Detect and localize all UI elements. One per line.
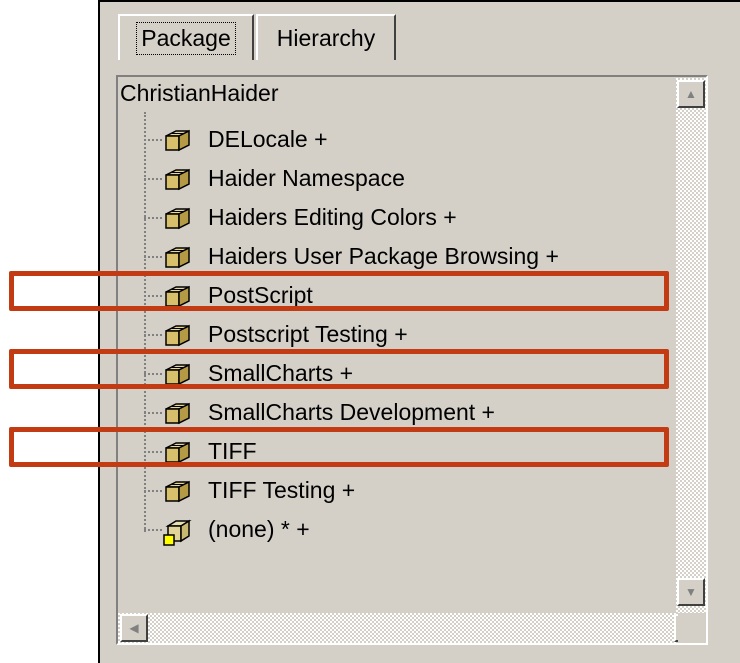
tree-item[interactable]: Postscript Testing + [142,320,702,350]
tree-item-label: Haider Namespace [208,165,405,191]
tree-item-label: TIFF Testing + [208,477,356,503]
horizontal-scrollbar[interactable]: ◀ ▶ [118,613,702,643]
tree-item-label: SmallCharts Development + [208,399,495,425]
tree-item[interactable]: Haiders Editing Colors + [142,203,702,233]
highlight-box [9,271,669,311]
tab-package-label: Package [136,21,236,55]
tree-item[interactable]: Haider Namespace [142,164,702,194]
tab-hierarchy[interactable]: Hierarchy [256,14,396,60]
tree-connector [144,529,162,531]
tree-connector [144,412,162,414]
tree-item[interactable]: Haiders User Package Browsing + [142,242,702,272]
tree-connector [144,217,162,219]
vertical-scrollbar[interactable]: ▲ ▼ [676,78,706,643]
scroll-up-button[interactable]: ▲ [677,80,705,108]
tree-item-label: (none) * + [208,516,310,542]
tree-item-label: Haiders User Package Browsing + [208,243,559,269]
tree-connector [144,178,162,180]
tree-item-label: Postscript Testing + [208,321,408,347]
tree-connector [144,256,162,258]
tree-connector [144,334,162,336]
highlight-box [9,427,669,467]
tree-item[interactable]: TIFF Testing + [142,476,702,506]
highlight-box [9,349,669,389]
tab-package[interactable]: Package [118,14,254,60]
tree-item[interactable]: SmallCharts Development + [142,398,702,428]
tree-item[interactable]: (none) * + [142,515,702,546]
scroll-down-button[interactable]: ▼ [677,578,705,606]
scroll-left-button[interactable]: ◀ [120,614,148,642]
tree-item-label: Haiders Editing Colors + [208,204,457,230]
tree-connector [144,139,162,141]
scrollbar-corner [678,613,706,643]
tree-connector [144,490,162,492]
tab-hierarchy-label: Hierarchy [276,24,376,51]
tree-item[interactable]: DELocale + [142,125,702,155]
tree-item-label: DELocale + [208,126,328,152]
tree-root-item[interactable]: ChristianHaider [120,80,279,107]
